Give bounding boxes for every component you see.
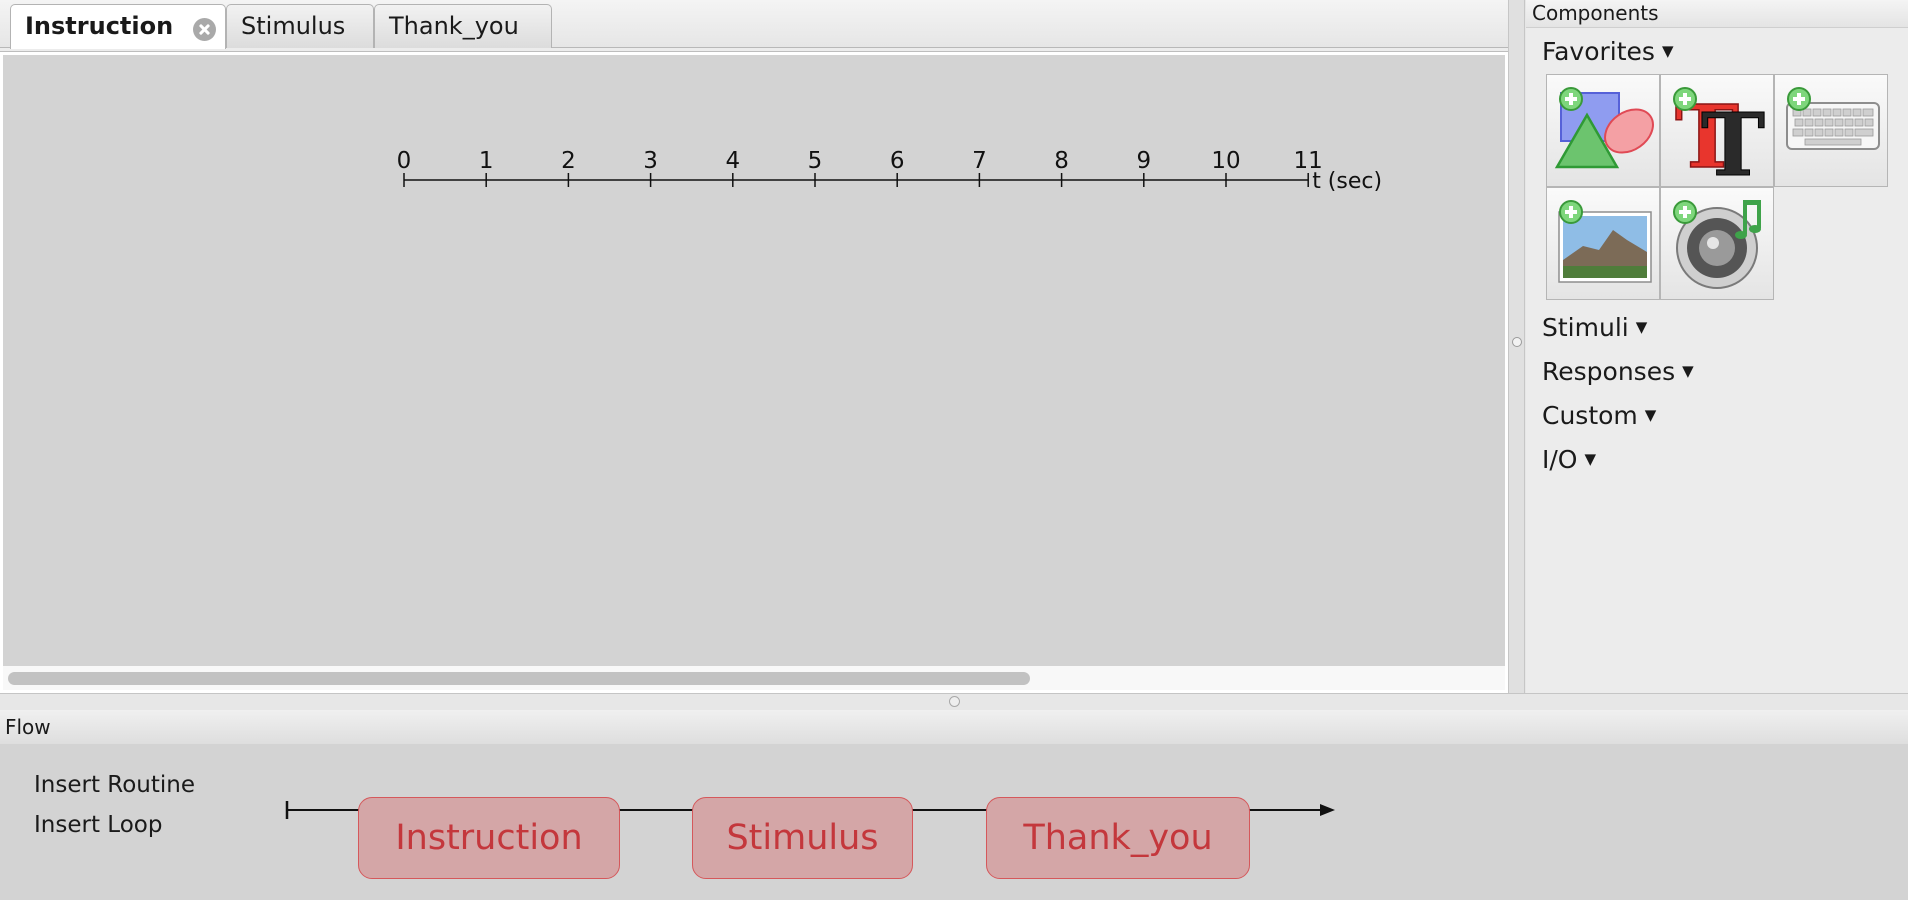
routine-editor: Instruction Stimulus Thank_you 0 1 2 3 4 5 6 7 8… xyxy=(0,0,1509,694)
timeline-tick-label: 8 xyxy=(1054,148,1069,174)
tab-label: Instruction xyxy=(25,12,174,40)
timeline-tick-label: 2 xyxy=(561,148,576,174)
tab-label: Stimulus xyxy=(241,12,346,40)
category-custom[interactable]: Custom ▼ xyxy=(1542,400,1656,431)
horizontal-splitter[interactable] xyxy=(0,693,1908,710)
category-stimuli[interactable]: Stimuli ▼ xyxy=(1542,312,1647,343)
tab-thank-you[interactable]: Thank_you xyxy=(374,4,552,48)
dropdown-arrow-icon: ▼ xyxy=(1644,406,1657,424)
splitter-grip[interactable] xyxy=(1512,337,1522,347)
image-icon xyxy=(1558,200,1652,283)
category-label: Favorites xyxy=(1542,37,1655,66)
flow-routine-thank-you[interactable]: Thank_you xyxy=(986,797,1250,879)
flow-arrow-icon xyxy=(1320,804,1335,816)
routine-canvas: 0 1 2 3 4 5 6 7 8 9 10 11 t (sec) xyxy=(0,51,1509,694)
vertical-splitter[interactable] xyxy=(1508,0,1525,693)
dropdown-arrow-icon: ▼ xyxy=(1635,318,1648,336)
category-io[interactable]: I/O ▼ xyxy=(1542,444,1596,475)
category-responses[interactable]: Responses ▼ xyxy=(1542,356,1694,387)
category-label: Custom xyxy=(1542,401,1638,430)
category-favorites[interactable]: Favorites ▼ xyxy=(1542,36,1673,67)
tab-label: Thank_you xyxy=(389,12,519,40)
category-label: I/O xyxy=(1542,445,1578,474)
timeline-tick-label: 1 xyxy=(479,148,494,174)
flow-routine-instruction[interactable]: Instruction xyxy=(358,797,620,879)
keyboard-component-button[interactable] xyxy=(1774,74,1888,187)
components-title: Components xyxy=(1526,0,1908,28)
timeline-tick-label: 6 xyxy=(890,148,905,174)
polygon-shapes-icon xyxy=(1554,87,1654,169)
dropdown-arrow-icon: ▼ xyxy=(1661,42,1674,60)
text-component-button[interactable]: T T xyxy=(1660,74,1774,188)
timeline-tick-label: 4 xyxy=(725,148,740,174)
timeline-tick-label: 5 xyxy=(808,148,823,174)
sound-icon xyxy=(1673,200,1761,289)
routine-tab-bar: Instruction Stimulus Thank_you xyxy=(0,0,1508,49)
svg-text:T: T xyxy=(1701,95,1765,188)
category-label: Stimuli xyxy=(1542,313,1629,342)
polygon-component-button[interactable] xyxy=(1546,74,1660,187)
timeline-tick-label: 7 xyxy=(972,148,987,174)
sound-component-button[interactable] xyxy=(1660,187,1774,300)
flow-routine-stimulus[interactable]: Stimulus xyxy=(692,797,913,879)
splitter-grip[interactable] xyxy=(949,696,960,707)
flow-panel: Flow Insert Routine Insert Loop xyxy=(0,710,1908,900)
timeline-axis-label: t (sec) xyxy=(1312,169,1382,194)
timeline-tick-label: 9 xyxy=(1136,148,1151,174)
timeline-tick-label: 3 xyxy=(643,148,658,174)
dropdown-arrow-icon: ▼ xyxy=(1682,362,1694,380)
scrollbar-thumb[interactable] xyxy=(8,672,1030,685)
timeline-tick-label: 10 xyxy=(1211,148,1240,174)
tab-stimulus[interactable]: Stimulus xyxy=(226,4,374,48)
close-tab-icon[interactable] xyxy=(193,18,216,41)
category-label: Responses xyxy=(1542,357,1676,386)
timeline-ruler: 0 1 2 3 4 5 6 7 8 9 10 11t (sec) xyxy=(397,148,1382,194)
tab-instruction[interactable]: Instruction xyxy=(10,4,226,49)
horizontal-scrollbar[interactable] xyxy=(3,666,1505,690)
text-icon: T T xyxy=(1673,86,1766,188)
components-panel: Components Favorites ▼ T T Stimuli ▼ Res… xyxy=(1526,0,1908,693)
dropdown-arrow-icon: ▼ xyxy=(1584,450,1597,468)
keyboard-icon xyxy=(1786,87,1880,150)
image-component-button[interactable] xyxy=(1546,187,1660,300)
timeline-tick-label: 0 xyxy=(397,148,412,174)
flow-line xyxy=(285,801,1335,819)
